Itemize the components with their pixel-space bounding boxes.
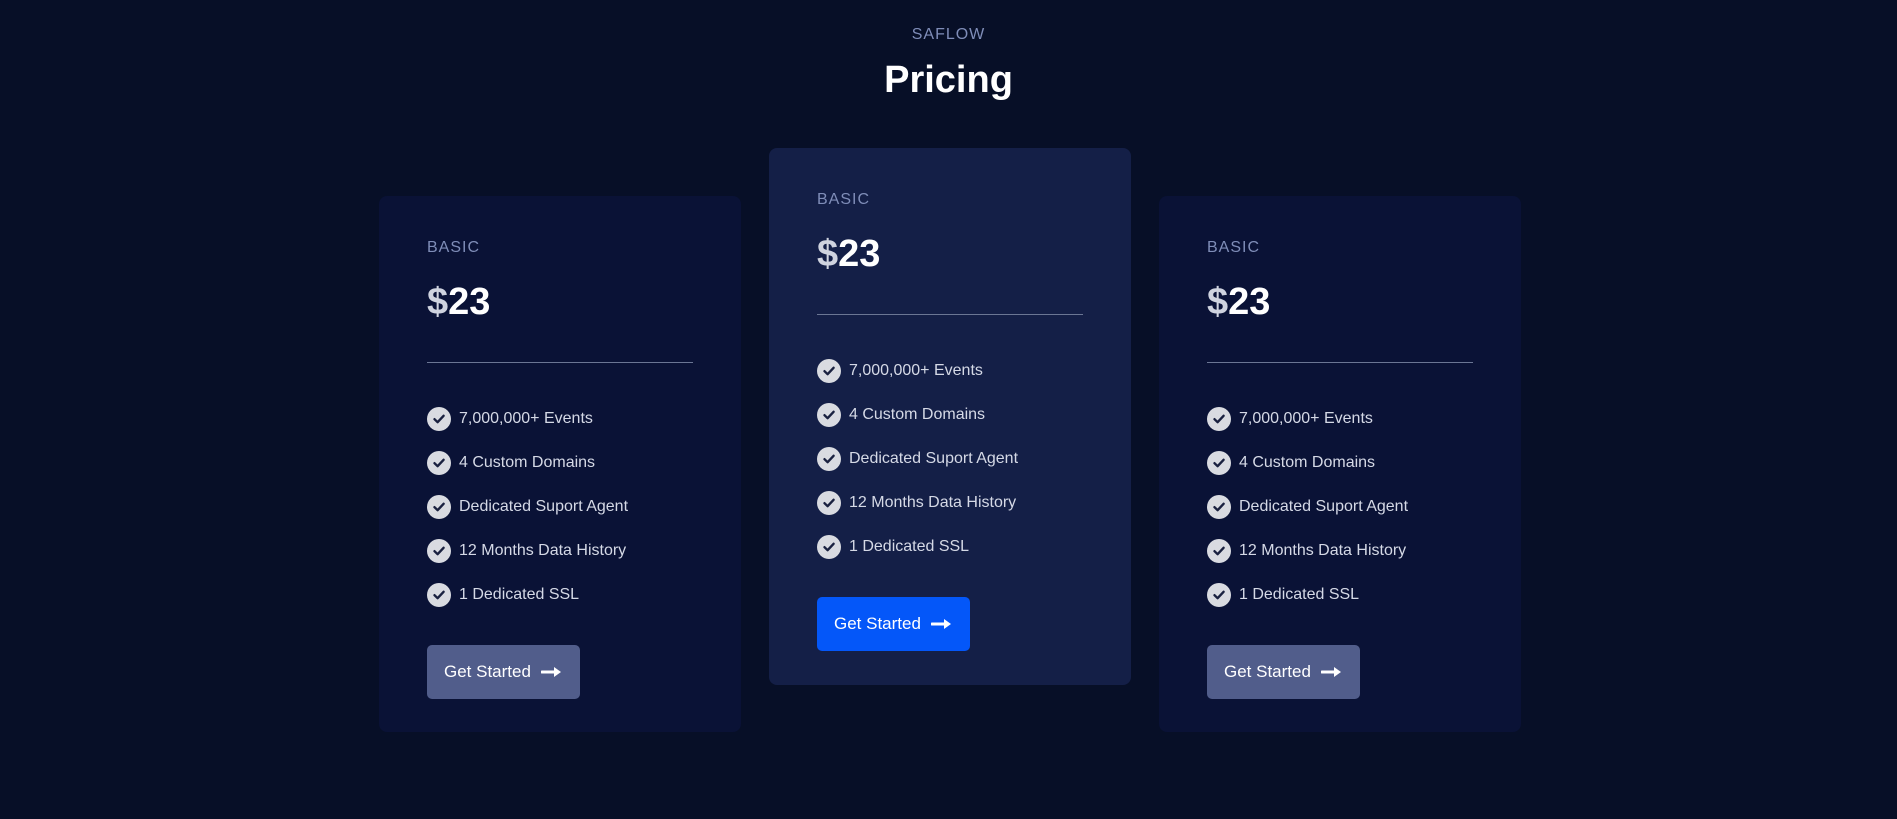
feature-label: 4 Custom Domains	[1239, 454, 1376, 471]
check-circle-icon	[817, 403, 841, 427]
feature-list: 7,000,000+ Events 4 Custom Domains Dedic…	[817, 349, 1083, 569]
feature-label: 12 Months Data History	[849, 494, 1017, 511]
feature-item: 12 Months Data History	[427, 529, 693, 573]
feature-label: Dedicated Suport Agent	[849, 450, 1019, 467]
feature-label: 4 Custom Domains	[849, 406, 986, 423]
check-circle-icon	[427, 495, 451, 519]
check-circle-icon	[1207, 583, 1231, 607]
feature-label: 7,000,000+ Events	[849, 362, 983, 379]
feature-label: 12 Months Data History	[459, 542, 627, 559]
feature-item: 7,000,000+ Events	[1207, 397, 1473, 441]
plan-price: $23	[817, 232, 1083, 276]
plan-price: $23	[427, 280, 693, 324]
feature-item: Dedicated Suport Agent	[817, 437, 1083, 481]
get-started-button[interactable]: Get Started	[817, 597, 970, 651]
price-amount: 23	[448, 281, 491, 323]
feature-label: Dedicated Suport Agent	[1239, 498, 1409, 515]
currency-symbol: $	[427, 281, 449, 323]
feature-item: 1 Dedicated SSL	[427, 573, 693, 617]
get-started-button[interactable]: Get Started	[1207, 645, 1360, 699]
price-amount: 23	[838, 233, 881, 275]
feature-label: 4 Custom Domains	[459, 454, 596, 471]
button-label: Get Started	[444, 662, 531, 681]
pricing-card: BASIC $23 7,000,000+ Events 4 Custom Dom…	[1159, 196, 1521, 732]
pricing-card: BASIC $23 7,000,000+ Events 4 Custom Dom…	[379, 196, 741, 732]
check-circle-icon	[1207, 407, 1231, 431]
check-circle-icon	[817, 535, 841, 559]
button-label: Get Started	[1224, 662, 1311, 681]
check-circle-icon	[817, 359, 841, 383]
feature-item: 4 Custom Domains	[817, 393, 1083, 437]
feature-item: 4 Custom Domains	[427, 441, 693, 485]
price-amount: 23	[1228, 281, 1271, 323]
feature-label: 1 Dedicated SSL	[849, 538, 970, 555]
feature-label: 7,000,000+ Events	[459, 410, 593, 427]
check-circle-icon	[1207, 451, 1231, 475]
feature-list: 7,000,000+ Events 4 Custom Domains Dedic…	[427, 397, 693, 617]
currency-symbol: $	[1207, 281, 1229, 323]
feature-label: 1 Dedicated SSL	[1239, 586, 1360, 603]
feature-label: 1 Dedicated SSL	[459, 586, 580, 603]
feature-item: 12 Months Data History	[1207, 529, 1473, 573]
feature-item: Dedicated Suport Agent	[1207, 485, 1473, 529]
feature-item: 7,000,000+ Events	[817, 349, 1083, 393]
feature-item: 1 Dedicated SSL	[1207, 573, 1473, 617]
feature-item: 4 Custom Domains	[1207, 441, 1473, 485]
check-circle-icon	[427, 583, 451, 607]
check-circle-icon	[1207, 495, 1231, 519]
button-label: Get Started	[834, 614, 921, 633]
divider	[427, 362, 693, 363]
currency-symbol: $	[817, 233, 839, 275]
check-circle-icon	[427, 407, 451, 431]
divider	[1207, 362, 1473, 363]
pricing-card-featured: BASIC $23 7,000,000+ Events 4 Custom Dom…	[769, 148, 1131, 685]
page-title: Pricing	[884, 59, 1013, 101]
check-circle-icon	[817, 447, 841, 471]
plan-price: $23	[1207, 280, 1473, 324]
feature-item: 7,000,000+ Events	[427, 397, 693, 441]
plan-name: BASIC	[1207, 239, 1261, 256]
feature-list: 7,000,000+ Events 4 Custom Domains Dedic…	[1207, 397, 1473, 617]
get-started-button[interactable]: Get Started	[427, 645, 580, 699]
check-circle-icon	[427, 451, 451, 475]
feature-item: Dedicated Suport Agent	[427, 485, 693, 529]
divider	[817, 314, 1083, 315]
feature-label: Dedicated Suport Agent	[459, 498, 629, 515]
plan-name: BASIC	[427, 239, 481, 256]
feature-label: 7,000,000+ Events	[1239, 410, 1373, 427]
plan-name: BASIC	[817, 191, 871, 208]
check-circle-icon	[817, 491, 841, 515]
feature-item: 1 Dedicated SSL	[817, 525, 1083, 569]
arrow-right-icon	[540, 667, 561, 677]
check-circle-icon	[1207, 539, 1231, 563]
check-circle-icon	[427, 539, 451, 563]
arrow-right-icon	[930, 619, 951, 629]
feature-label: 12 Months Data History	[1239, 542, 1407, 559]
arrow-right-icon	[1320, 667, 1341, 677]
feature-item: 12 Months Data History	[817, 481, 1083, 525]
brand-eyebrow: SAFLOW	[911, 26, 986, 43]
